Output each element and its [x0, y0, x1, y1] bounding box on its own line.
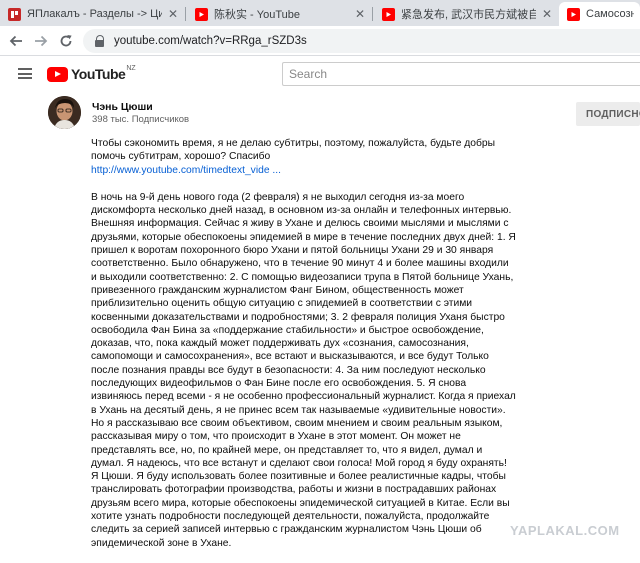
arrow-right-icon	[35, 35, 48, 47]
youtube-header: YouTube NZ	[0, 57, 640, 91]
browser-tab-3[interactable]: 紧急发布, 武汉市民方斌被自称… ✕	[374, 2, 558, 26]
browser-tab-active[interactable]: Самосознание	[559, 2, 640, 26]
menu-icon[interactable]	[18, 68, 32, 79]
description-body: В ночь на 9-й день нового года (2 феврал…	[91, 191, 516, 549]
search-input[interactable]	[289, 67, 640, 81]
reload-button[interactable]	[56, 31, 76, 51]
lock-icon	[95, 35, 105, 47]
tab-separator	[185, 7, 186, 21]
browser-tab-strip: ЯПлакалъ - Разделы -> Цитиру… ✕ 陈秋实 - Yo…	[0, 0, 640, 26]
tab-title: 紧急发布, 武汉市民方斌被自称…	[401, 9, 536, 21]
description-link[interactable]: http://www.youtube.com/timedtext_vide ..…	[91, 164, 516, 177]
address-bar[interactable]: youtube.com/watch?v=RRga_rSZD3s	[83, 29, 640, 53]
back-button[interactable]	[6, 31, 26, 51]
youtube-wordmark: YouTube	[71, 66, 126, 82]
arrow-left-icon	[9, 35, 22, 47]
subscriber-count: 398 тыс. Подписчиков	[92, 114, 190, 125]
browser-tab-2[interactable]: 陈秋实 - YouTube ✕	[187, 2, 371, 26]
yaplakal-icon	[8, 7, 21, 21]
close-tab-icon[interactable]: ✕	[168, 7, 178, 21]
tab-separator	[372, 7, 373, 21]
search-box	[282, 62, 640, 86]
youtube-icon	[382, 7, 395, 21]
avatar[interactable]	[48, 96, 81, 129]
channel-name[interactable]: Чэнь Цюши	[92, 101, 153, 113]
tab-title: Самосознание	[586, 8, 634, 20]
tab-title: ЯПлакалъ - Разделы -> Цитиру…	[27, 8, 162, 20]
video-description: Чтобы сэкономить время, я не делаю субти…	[91, 137, 516, 550]
browser-tab-1[interactable]: ЯПлакалъ - Разделы -> Цитиру… ✕	[0, 2, 184, 26]
region-code: NZ	[126, 65, 136, 72]
youtube-icon	[195, 7, 208, 21]
close-tab-icon[interactable]: ✕	[542, 7, 552, 21]
close-tab-icon[interactable]: ✕	[355, 7, 365, 21]
forward-button[interactable]	[31, 31, 51, 51]
tab-title: 陈秋实 - YouTube	[214, 9, 301, 21]
url-text: youtube.com/watch?v=RRga_rSZD3s	[114, 35, 307, 47]
youtube-play-icon	[47, 66, 68, 82]
subscribe-button[interactable]: ПОДПИСНО	[576, 102, 640, 126]
youtube-icon	[567, 7, 580, 21]
reload-icon	[60, 35, 72, 47]
browser-toolbar: youtube.com/watch?v=RRga_rSZD3s	[0, 26, 640, 56]
site-watermark: YAPLAKAL.COM	[510, 523, 620, 538]
description-intro: Чтобы сэкономить время, я не делаю субти…	[91, 138, 496, 163]
youtube-logo[interactable]: YouTube NZ	[47, 65, 136, 82]
